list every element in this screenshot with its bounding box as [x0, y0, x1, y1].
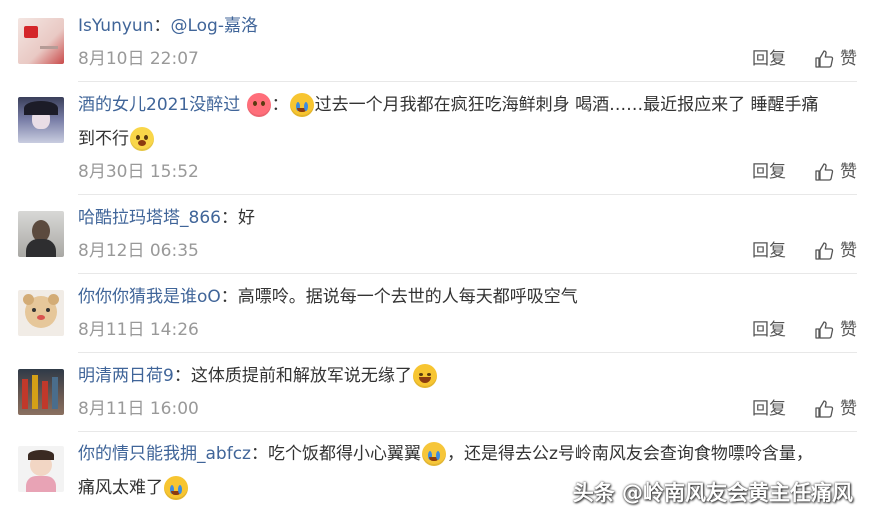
comment-text: 明清两日荷9：这体质提前和解放军说无缘了: [78, 360, 858, 392]
reply-button[interactable]: 回复: [752, 160, 786, 184]
comment-actions: 回复 赞: [752, 397, 857, 421]
username[interactable]: 哈酷拉玛塔塔_866: [78, 208, 221, 228]
like-button[interactable]: 赞: [814, 318, 857, 342]
comment-actions: 回复 赞: [752, 160, 857, 184]
crying-face-icon: [289, 93, 314, 117]
divider: [78, 81, 857, 82]
divider: [78, 431, 857, 432]
like-button[interactable]: 赞: [814, 397, 857, 421]
like-button[interactable]: 赞: [814, 239, 857, 263]
thumbs-up-icon: [815, 242, 834, 260]
like-button[interactable]: 赞: [814, 47, 857, 71]
avatar[interactable]: [18, 446, 64, 492]
comment-text-continued: 到不行: [78, 123, 858, 155]
thumbs-up-icon: [815, 50, 834, 68]
crying-face-icon: [164, 476, 188, 500]
comment-actions: 回复 赞: [752, 47, 857, 71]
avatar[interactable]: [18, 18, 64, 64]
reply-button[interactable]: 回复: [752, 239, 786, 263]
divider: [78, 273, 857, 274]
comment-actions: 回复 赞: [752, 318, 857, 342]
avatar[interactable]: [18, 97, 64, 143]
username[interactable]: 明清两日荷9: [78, 366, 174, 386]
timestamp: 8月12日 06:35: [78, 241, 199, 261]
username[interactable]: 你的情只能我拥_abfcz: [78, 444, 251, 464]
thumbs-up-icon: [815, 321, 834, 339]
comment-text: 你你你猜我是谁oO：高嘌呤。据说每一个去世的人每天都呼吸空气: [78, 287, 578, 307]
timestamp: 8月11日 16:00: [78, 399, 199, 419]
timestamp: 8月11日 14:26: [78, 320, 199, 340]
comment-text: 你的情只能我拥_abfcz：吃个饭都得小心翼翼 ，还是得去公z号岭南风友会查询食物…: [78, 442, 813, 466]
reply-button[interactable]: 回复: [752, 397, 786, 421]
comment-text: 酒的女儿2021没醉过 ：过去一个月我都在疯狂吃海鲜刺身 喝酒……最近报应来了 …: [78, 93, 819, 117]
divider: [78, 194, 857, 195]
username[interactable]: IsYunyun: [78, 16, 153, 36]
username[interactable]: 你你你猜我是谁oO: [78, 287, 221, 307]
reply-button[interactable]: 回复: [752, 318, 786, 342]
comment-actions: 回复 赞: [752, 239, 857, 263]
watermark: 头条 @岭南风友会黄主任痛风: [572, 481, 853, 505]
avatar[interactable]: [18, 290, 64, 336]
mention-link[interactable]: @Log-嘉洛: [170, 16, 258, 36]
comment-text: 哈酷拉玛塔塔_866：好: [78, 208, 255, 228]
avatar[interactable]: [18, 369, 64, 415]
comment-text: IsYunyun：@Log-嘉洛: [78, 16, 258, 36]
username[interactable]: 酒的女儿2021没醉过: [78, 95, 240, 115]
timestamp: 8月10日 22:07: [78, 49, 199, 69]
sweat-face-icon: [421, 442, 446, 466]
heart-face-icon: [246, 93, 271, 117]
dizzy-face-icon: [130, 127, 154, 151]
avatar[interactable]: [18, 211, 64, 257]
thumbs-up-icon: [815, 400, 834, 418]
divider: [78, 352, 857, 353]
like-button[interactable]: 赞: [814, 160, 857, 184]
reply-button[interactable]: 回复: [752, 47, 786, 71]
thumbs-up-icon: [815, 163, 834, 181]
timestamp: 8月30日 15:52: [78, 162, 199, 182]
laughing-face-icon: [412, 364, 437, 388]
